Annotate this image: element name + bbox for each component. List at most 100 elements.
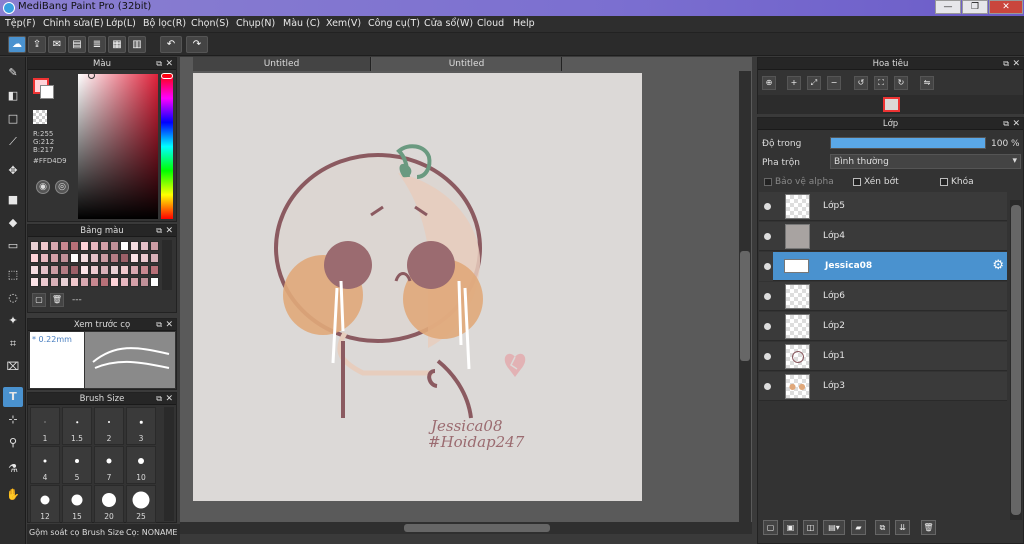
color-swatch[interactable] [50,277,59,287]
brush-size-option[interactable]: 20 [94,485,124,523]
tab-brush-control[interactable]: Gộm soát cọ [29,528,79,537]
float-icon[interactable]: ⧉ [156,319,162,331]
undo-icon[interactable]: ↶ [160,36,182,53]
magic-wand-icon[interactable]: ✦ [3,311,23,331]
layer-scroll-thumb[interactable] [1011,205,1021,515]
brush-size-option[interactable]: 15 [62,485,92,523]
color-swatch[interactable] [70,253,79,263]
close-icon[interactable]: ✕ [165,58,173,70]
merge-layer-icon[interactable]: ⇊ [895,520,910,535]
color-swatch[interactable] [70,277,79,287]
chat-icon[interactable]: ✉ [48,36,66,53]
layer-row[interactable]: Lớp6 [759,282,1007,311]
tab-untitled-2[interactable]: Untitled [372,57,562,71]
tab-brush-size[interactable]: Brush Size [82,528,124,537]
gear-icon[interactable]: ⚙ [992,258,1004,273]
color-swatch[interactable] [90,241,99,251]
color-swatch[interactable] [120,277,129,287]
document-icon[interactable]: ▤ [68,36,86,53]
brush-size-option[interactable]: 5 [62,446,92,484]
color-swatch[interactable] [150,241,159,251]
brush-size-scrollbar[interactable] [164,407,174,521]
new-layer-icon[interactable]: ▢ [763,520,778,535]
color-swatch[interactable] [80,277,89,287]
color-swatch[interactable] [90,277,99,287]
color-swatch[interactable] [40,277,49,287]
pen-icon[interactable]: ⟋ [3,132,23,152]
restore-button[interactable]: ❐ [962,0,988,14]
color-swatch[interactable] [100,241,109,251]
brush-size-option[interactable]: 2 [94,407,124,445]
color-swatch[interactable] [60,277,69,287]
navigator-viewport[interactable] [883,97,900,112]
color-swatch[interactable] [100,253,109,263]
select-eraser-icon[interactable]: ⌧ [3,357,23,377]
close-icon[interactable]: ✕ [165,319,173,331]
color-swatch[interactable] [130,277,139,287]
color-swatch[interactable] [110,253,119,263]
color-swatch[interactable] [60,241,69,251]
close-icon[interactable]: ✕ [1012,118,1020,130]
layer-row-selected[interactable]: Jessica08 ⚙ [773,252,1007,281]
menu-tools[interactable]: Công cụ(T) [368,18,420,29]
close-icon[interactable]: ✕ [165,225,173,237]
color-swatch[interactable] [90,265,99,275]
add-layer-menu-icon[interactable]: ▤▾ [823,520,845,535]
visibility-icon[interactable] [764,323,771,330]
layer-row[interactable]: Lớp4 [759,222,1007,251]
brush-size-option[interactable]: 3 [126,407,156,445]
brush-size-option[interactable]: 10 [126,446,156,484]
menu-edit[interactable]: Chỉnh sửa(E) [43,18,104,29]
select-rect-icon[interactable]: ⬚ [3,265,23,285]
color-swatch[interactable] [110,265,119,275]
move-icon[interactable]: ✥ [3,161,23,181]
menu-filter[interactable]: Bộ lọc(R) [143,18,186,29]
float-icon[interactable]: ⧉ [156,225,162,237]
zoom-in-icon[interactable]: + [787,76,801,90]
close-icon[interactable]: ✕ [165,393,173,405]
dropper-icon[interactable]: ⚗ [3,459,23,479]
color-swatch[interactable] [50,253,59,263]
eraser-icon[interactable]: ◧ [3,86,23,106]
menu-file[interactable]: Tệp(F) [5,18,36,29]
divide-icon[interactable]: ⊹ [3,410,23,430]
color-swatch[interactable] [30,277,39,287]
color-swatch[interactable] [110,277,119,287]
tab-untitled-1[interactable]: Untitled [193,57,371,71]
fill-rect-icon[interactable]: ■ [3,190,23,210]
color-swatch[interactable] [100,265,109,275]
grid-icon[interactable]: ▦ [108,36,126,53]
background-color[interactable] [40,85,54,99]
tab-brush-name[interactable]: Cọ: NONAME [126,528,177,537]
clip-checkbox[interactable]: Xén bớt [853,177,899,187]
menu-layer[interactable]: Lớp(L) [106,18,136,29]
new-swatch-icon[interactable]: ▢ [32,293,46,307]
menu-window[interactable]: Cửa sổ(W) [424,18,473,29]
color-swatch[interactable] [70,241,79,251]
brush-size-option[interactable]: 7 [94,446,124,484]
select-pen-icon[interactable]: ⌗ [3,334,23,354]
color-swatch[interactable] [50,265,59,275]
flip-icon[interactable]: ⇋ [920,76,934,90]
color-swatch[interactable] [40,265,49,275]
color-swatch[interactable] [80,241,89,251]
protect-alpha-checkbox[interactable]: Bảo vệ alpha [764,177,834,187]
float-icon[interactable]: ⧉ [156,393,162,405]
gradient-icon[interactable]: ▭ [3,236,23,256]
picker-cursor[interactable] [88,72,95,79]
brush-size-option[interactable]: 1 [30,407,60,445]
brush-size-option[interactable]: 25 [126,485,156,523]
eyedropper-icon[interactable]: ⚲ [3,433,23,453]
hand-icon[interactable]: ✋ [3,485,23,505]
visibility-icon[interactable] [764,383,771,390]
color-swatch[interactable] [140,265,149,275]
color-swatch[interactable] [120,265,129,275]
color-swatch[interactable] [50,241,59,251]
color-swatch[interactable] [130,253,139,263]
color-swatch[interactable] [80,253,89,263]
menu-view[interactable]: Xem(V) [326,18,361,29]
fit-window-icon[interactable]: ⤢ [807,76,821,90]
color-swatch[interactable] [90,253,99,263]
menu-select[interactable]: Chọn(S) [191,18,229,29]
canvas-horizontal-scrollbar[interactable] [180,522,752,534]
